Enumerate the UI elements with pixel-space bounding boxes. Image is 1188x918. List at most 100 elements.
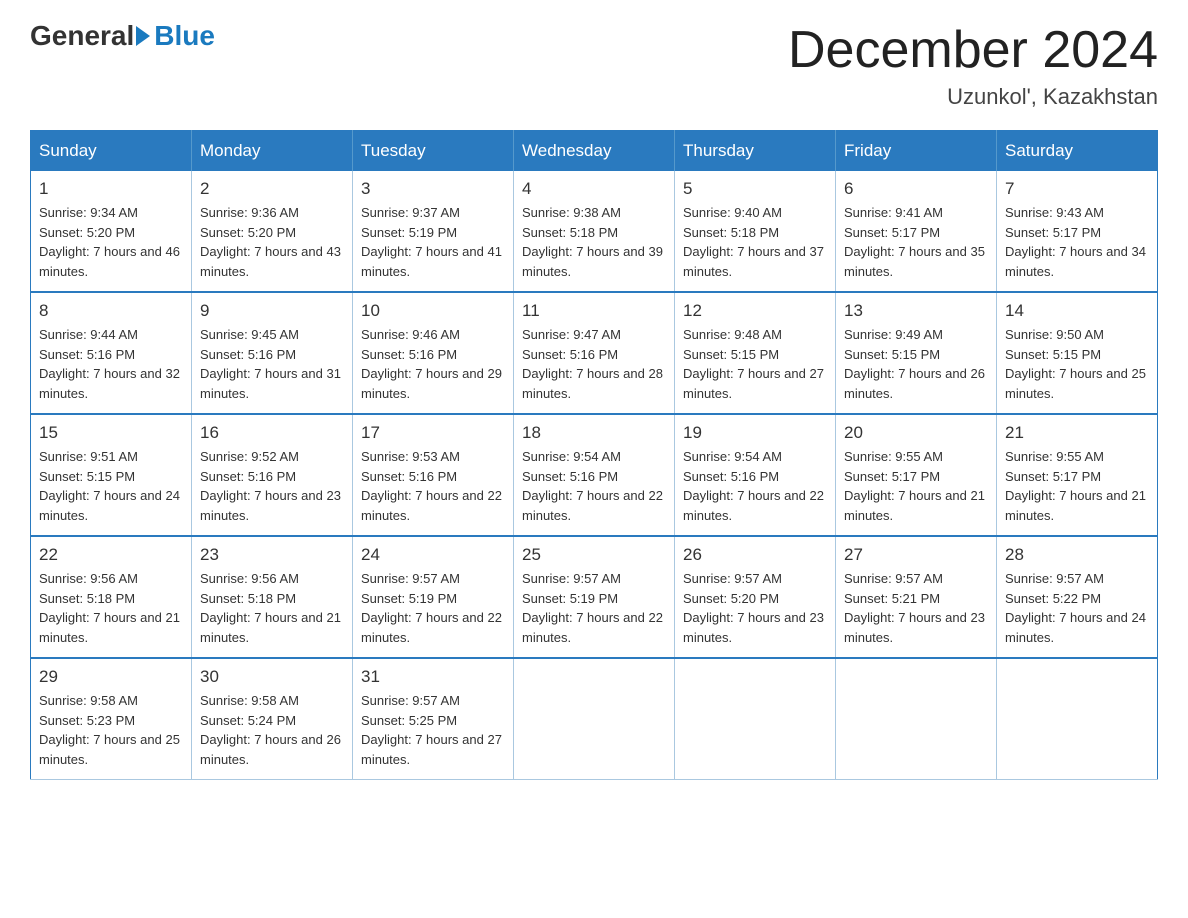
table-row: 13 Sunrise: 9:49 AM Sunset: 5:15 PM Dayl… [836,292,997,414]
table-row [514,658,675,780]
day-number: 7 [1005,179,1149,199]
table-row [997,658,1158,780]
table-row: 10 Sunrise: 9:46 AM Sunset: 5:16 PM Dayl… [353,292,514,414]
day-number: 5 [683,179,827,199]
day-info: Sunrise: 9:36 AM Sunset: 5:20 PM Dayligh… [200,203,344,281]
col-wednesday: Wednesday [514,131,675,172]
table-row: 14 Sunrise: 9:50 AM Sunset: 5:15 PM Dayl… [997,292,1158,414]
col-monday: Monday [192,131,353,172]
table-row: 22 Sunrise: 9:56 AM Sunset: 5:18 PM Dayl… [31,536,192,658]
table-row: 28 Sunrise: 9:57 AM Sunset: 5:22 PM Dayl… [997,536,1158,658]
day-number: 23 [200,545,344,565]
table-row: 31 Sunrise: 9:57 AM Sunset: 5:25 PM Dayl… [353,658,514,780]
day-info: Sunrise: 9:37 AM Sunset: 5:19 PM Dayligh… [361,203,505,281]
day-info: Sunrise: 9:49 AM Sunset: 5:15 PM Dayligh… [844,325,988,403]
calendar-week-row: 22 Sunrise: 9:56 AM Sunset: 5:18 PM Dayl… [31,536,1158,658]
day-info: Sunrise: 9:47 AM Sunset: 5:16 PM Dayligh… [522,325,666,403]
location-text: Uzunkol', Kazakhstan [788,84,1158,110]
calendar-week-row: 1 Sunrise: 9:34 AM Sunset: 5:20 PM Dayli… [31,171,1158,292]
day-number: 15 [39,423,183,443]
col-saturday: Saturday [997,131,1158,172]
day-number: 8 [39,301,183,321]
day-info: Sunrise: 9:58 AM Sunset: 5:23 PM Dayligh… [39,691,183,769]
title-section: December 2024 Uzunkol', Kazakhstan [788,20,1158,110]
day-info: Sunrise: 9:40 AM Sunset: 5:18 PM Dayligh… [683,203,827,281]
day-info: Sunrise: 9:55 AM Sunset: 5:17 PM Dayligh… [844,447,988,525]
day-number: 28 [1005,545,1149,565]
table-row: 25 Sunrise: 9:57 AM Sunset: 5:19 PM Dayl… [514,536,675,658]
table-row [836,658,997,780]
day-info: Sunrise: 9:58 AM Sunset: 5:24 PM Dayligh… [200,691,344,769]
day-info: Sunrise: 9:57 AM Sunset: 5:22 PM Dayligh… [1005,569,1149,647]
calendar-week-row: 8 Sunrise: 9:44 AM Sunset: 5:16 PM Dayli… [31,292,1158,414]
col-sunday: Sunday [31,131,192,172]
calendar-table: Sunday Monday Tuesday Wednesday Thursday… [30,130,1158,780]
day-number: 25 [522,545,666,565]
table-row: 15 Sunrise: 9:51 AM Sunset: 5:15 PM Dayl… [31,414,192,536]
col-friday: Friday [836,131,997,172]
day-number: 11 [522,301,666,321]
logo-arrow-icon [136,26,150,46]
day-number: 4 [522,179,666,199]
day-number: 20 [844,423,988,443]
day-number: 29 [39,667,183,687]
table-row: 19 Sunrise: 9:54 AM Sunset: 5:16 PM Dayl… [675,414,836,536]
day-number: 27 [844,545,988,565]
table-row: 23 Sunrise: 9:56 AM Sunset: 5:18 PM Dayl… [192,536,353,658]
logo-text: General Blue [30,20,215,52]
table-row: 11 Sunrise: 9:47 AM Sunset: 5:16 PM Dayl… [514,292,675,414]
table-row: 26 Sunrise: 9:57 AM Sunset: 5:20 PM Dayl… [675,536,836,658]
day-number: 19 [683,423,827,443]
day-number: 6 [844,179,988,199]
col-tuesday: Tuesday [353,131,514,172]
table-row: 2 Sunrise: 9:36 AM Sunset: 5:20 PM Dayli… [192,171,353,292]
table-row: 20 Sunrise: 9:55 AM Sunset: 5:17 PM Dayl… [836,414,997,536]
table-row: 6 Sunrise: 9:41 AM Sunset: 5:17 PM Dayli… [836,171,997,292]
table-row: 29 Sunrise: 9:58 AM Sunset: 5:23 PM Dayl… [31,658,192,780]
table-row: 3 Sunrise: 9:37 AM Sunset: 5:19 PM Dayli… [353,171,514,292]
day-number: 9 [200,301,344,321]
day-info: Sunrise: 9:41 AM Sunset: 5:17 PM Dayligh… [844,203,988,281]
table-row: 17 Sunrise: 9:53 AM Sunset: 5:16 PM Dayl… [353,414,514,536]
day-number: 14 [1005,301,1149,321]
day-info: Sunrise: 9:52 AM Sunset: 5:16 PM Dayligh… [200,447,344,525]
col-thursday: Thursday [675,131,836,172]
day-info: Sunrise: 9:38 AM Sunset: 5:18 PM Dayligh… [522,203,666,281]
table-row [675,658,836,780]
day-number: 16 [200,423,344,443]
table-row: 7 Sunrise: 9:43 AM Sunset: 5:17 PM Dayli… [997,171,1158,292]
day-number: 12 [683,301,827,321]
day-number: 30 [200,667,344,687]
day-number: 2 [200,179,344,199]
day-number: 13 [844,301,988,321]
day-info: Sunrise: 9:46 AM Sunset: 5:16 PM Dayligh… [361,325,505,403]
day-number: 24 [361,545,505,565]
day-info: Sunrise: 9:51 AM Sunset: 5:15 PM Dayligh… [39,447,183,525]
logo-blue-text: Blue [154,20,215,52]
day-info: Sunrise: 9:57 AM Sunset: 5:25 PM Dayligh… [361,691,505,769]
calendar-header-row: Sunday Monday Tuesday Wednesday Thursday… [31,131,1158,172]
day-number: 26 [683,545,827,565]
day-info: Sunrise: 9:43 AM Sunset: 5:17 PM Dayligh… [1005,203,1149,281]
table-row: 27 Sunrise: 9:57 AM Sunset: 5:21 PM Dayl… [836,536,997,658]
month-title: December 2024 [788,20,1158,80]
day-number: 22 [39,545,183,565]
day-info: Sunrise: 9:54 AM Sunset: 5:16 PM Dayligh… [522,447,666,525]
logo-blue-part: Blue [134,20,215,52]
day-info: Sunrise: 9:50 AM Sunset: 5:15 PM Dayligh… [1005,325,1149,403]
day-info: Sunrise: 9:57 AM Sunset: 5:19 PM Dayligh… [361,569,505,647]
calendar-week-row: 29 Sunrise: 9:58 AM Sunset: 5:23 PM Dayl… [31,658,1158,780]
table-row: 18 Sunrise: 9:54 AM Sunset: 5:16 PM Dayl… [514,414,675,536]
table-row: 21 Sunrise: 9:55 AM Sunset: 5:17 PM Dayl… [997,414,1158,536]
calendar-week-row: 15 Sunrise: 9:51 AM Sunset: 5:15 PM Dayl… [31,414,1158,536]
table-row: 8 Sunrise: 9:44 AM Sunset: 5:16 PM Dayli… [31,292,192,414]
day-number: 3 [361,179,505,199]
day-info: Sunrise: 9:44 AM Sunset: 5:16 PM Dayligh… [39,325,183,403]
day-info: Sunrise: 9:45 AM Sunset: 5:16 PM Dayligh… [200,325,344,403]
day-number: 18 [522,423,666,443]
table-row: 9 Sunrise: 9:45 AM Sunset: 5:16 PM Dayli… [192,292,353,414]
table-row: 5 Sunrise: 9:40 AM Sunset: 5:18 PM Dayli… [675,171,836,292]
day-number: 1 [39,179,183,199]
day-info: Sunrise: 9:56 AM Sunset: 5:18 PM Dayligh… [200,569,344,647]
logo-general-text: General [30,20,134,52]
